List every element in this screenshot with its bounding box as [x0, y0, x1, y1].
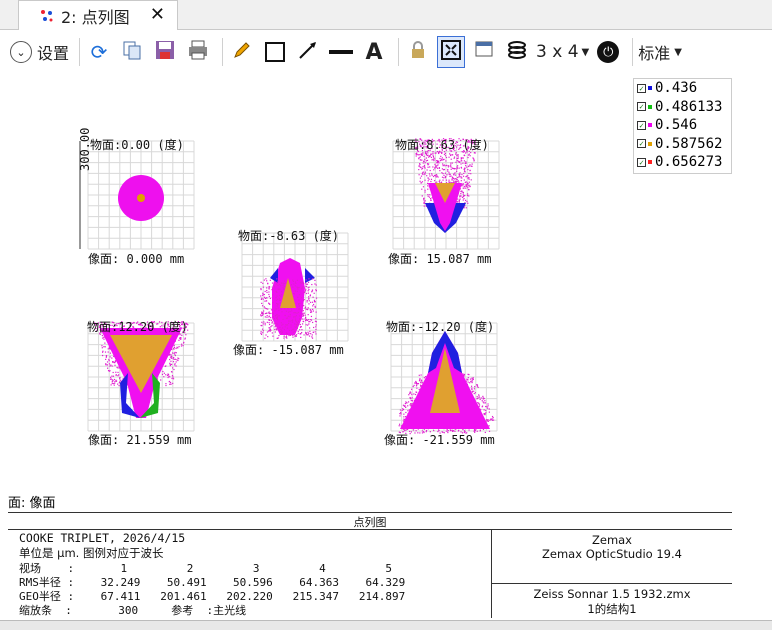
- info-line-6: 缩放条 : 300 参考 :主光线: [19, 604, 247, 617]
- toolbar-divider: [222, 38, 224, 66]
- scale-bar-label: 300.00: [78, 127, 92, 171]
- standard-dropdown[interactable]: 标准 ▼: [638, 36, 682, 68]
- layers-icon: [506, 39, 528, 65]
- plot-5-object-label: 物面:-12.20 (度): [386, 320, 495, 334]
- text-icon: A: [365, 39, 383, 65]
- toolbar-divider: [632, 38, 634, 66]
- tab-spot-diagram[interactable]: 2: 点列图 ✕: [18, 0, 178, 30]
- plot-1-object-label: 物面:0.00 (度): [90, 138, 184, 152]
- info-line-1: COOKE TRIPLET, 2026/4/15: [19, 531, 186, 545]
- window-icon: [473, 39, 495, 65]
- caret-down-icon: ▼: [674, 46, 682, 58]
- plot-2-object-label: 物面:8.63 (度): [395, 138, 489, 152]
- power-button[interactable]: ⏻: [594, 36, 622, 68]
- surface-label: 面: 像面: [8, 496, 56, 511]
- info-vendor: Zemax: [591, 533, 632, 547]
- save-icon: [154, 39, 176, 65]
- spot-3-blue-r: [305, 268, 315, 283]
- power-icon: ⏻: [597, 41, 620, 63]
- caret-down-icon: ▼: [581, 46, 590, 58]
- pencil-button[interactable]: [228, 36, 256, 68]
- line-button[interactable]: [327, 36, 355, 68]
- lock-icon: [409, 40, 427, 64]
- window-button[interactable]: [470, 36, 498, 68]
- pencil-icon: [232, 40, 252, 64]
- layers-button[interactable]: [503, 36, 531, 68]
- plot-5-image-label: 像面: -21.559 mm: [384, 433, 495, 447]
- toolbar-divider: [79, 38, 81, 66]
- arrow-icon: [297, 39, 319, 65]
- tab-bar: 2: 点列图 ✕: [0, 0, 772, 30]
- spot-1-core: [137, 194, 145, 202]
- scrollbar[interactable]: [0, 620, 772, 630]
- info-config: 1的结构1: [587, 602, 637, 616]
- toolbar-divider: [398, 38, 400, 66]
- layout-dropdown[interactable]: 3 x 4 ▼: [536, 36, 589, 68]
- refresh-icon: ⟳: [90, 40, 108, 64]
- plot-3-image-label: 像面: -15.087 mm: [233, 343, 344, 357]
- copy-button[interactable]: [118, 36, 146, 68]
- plot-4-image-label: 像面: 21.559 mm: [88, 433, 192, 447]
- arrow-button[interactable]: [294, 36, 322, 68]
- layout-label: 3 x 4: [536, 42, 579, 62]
- settings-label: 设置: [37, 44, 70, 63]
- info-product: Zemax OpticStudio 19.4: [542, 547, 682, 561]
- chevron-down-circle-icon: ⌄: [10, 41, 32, 63]
- spot-diagram-icon: [39, 8, 55, 24]
- fit-icon: [440, 39, 462, 65]
- lock-button[interactable]: [404, 36, 432, 68]
- toolbar: ⌄ 设置 ⟳ A 3 x 4 ▼ ⏻ 标准 ▼: [0, 31, 772, 73]
- info-title: 点列图: [353, 516, 387, 529]
- divider: [491, 583, 732, 584]
- plot-2-image-label: 像面: 15.087 mm: [388, 252, 492, 266]
- save-button[interactable]: [151, 36, 179, 68]
- fit-button[interactable]: [437, 36, 466, 68]
- standard-label: 标准: [638, 44, 671, 63]
- info-line-2: 单位是 μm. 图例对应于波长: [19, 546, 164, 560]
- info-box: 点列图 COOKE TRIPLET, 2026/4/15 单位是 μm. 图例对…: [8, 512, 732, 618]
- line-icon: [329, 50, 354, 54]
- close-icon[interactable]: ✕: [150, 4, 165, 25]
- settings-button[interactable]: ⌄ 设置: [10, 36, 69, 68]
- divider: [8, 529, 732, 530]
- rectangle-button[interactable]: [261, 36, 289, 68]
- tab-title: 2: 点列图: [61, 7, 130, 27]
- plot-3-object-label: 物面:-8.63 (度): [238, 229, 340, 243]
- rectangle-icon: [265, 42, 286, 62]
- text-button[interactable]: A: [360, 36, 388, 68]
- print-button[interactable]: [184, 36, 212, 68]
- info-file: Zeiss Sonnar 1.5 1932.zmx: [533, 587, 691, 601]
- printer-icon: [187, 39, 209, 65]
- copy-icon: [122, 40, 142, 64]
- refresh-button[interactable]: ⟳: [85, 36, 113, 68]
- plot-4-object-label: 物面:12.20 (度): [87, 320, 189, 334]
- plot-1-image-label: 像面: 0.000 mm: [88, 252, 185, 266]
